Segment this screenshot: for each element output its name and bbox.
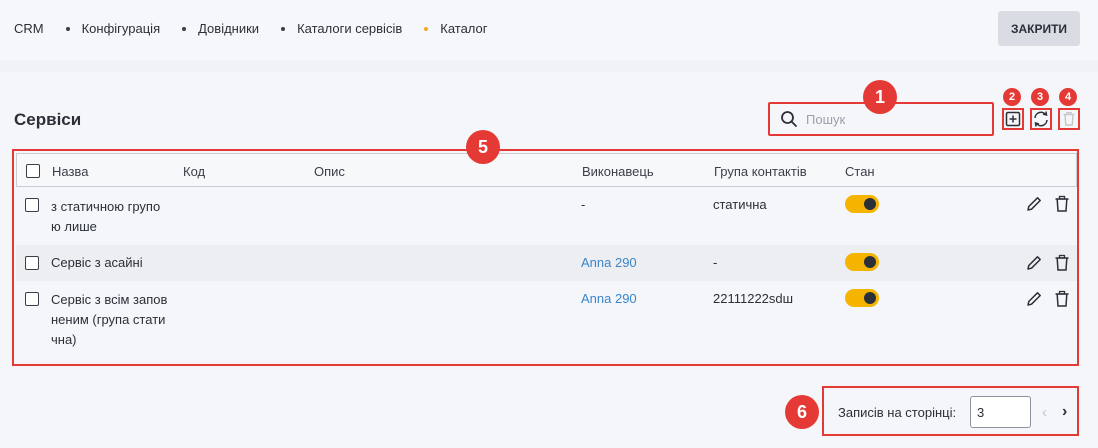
trash-icon[interactable] xyxy=(1053,195,1071,213)
column-header-description[interactable]: Опис xyxy=(314,164,345,179)
column-header-name[interactable]: Назва xyxy=(52,164,88,179)
breadcrumb-item-catalog: Каталог xyxy=(402,21,488,36)
edit-icon[interactable] xyxy=(1025,254,1043,272)
add-icon xyxy=(1005,111,1021,127)
column-header-code[interactable]: Код xyxy=(183,164,205,179)
row-executor-link[interactable]: Anna 290 xyxy=(581,255,637,270)
column-header-executor[interactable]: Виконавець xyxy=(582,164,654,179)
toggle-knob xyxy=(864,292,876,304)
bullet-icon xyxy=(182,26,187,31)
add-button[interactable] xyxy=(1002,108,1024,130)
refresh-icon xyxy=(1034,111,1048,127)
top-bar: CRM Конфігурація Довідники Каталоги серв… xyxy=(0,0,1098,60)
status-toggle[interactable] xyxy=(845,253,879,271)
column-header-contact-group[interactable]: Група контактів xyxy=(714,164,807,179)
search-icon xyxy=(781,111,797,127)
pagination: Записів на сторінці: ‹ › xyxy=(822,386,1079,436)
table-row[interactable]: Сервіс з всім запов неним (група стати ч… xyxy=(16,281,1077,361)
page-size-label: Записів на сторінці: xyxy=(838,405,957,420)
bullet-active-icon xyxy=(424,26,429,31)
row-checkbox[interactable] xyxy=(25,292,39,306)
edit-icon[interactable] xyxy=(1025,195,1043,213)
services-table: Назва Код Опис Виконавець Група контакті… xyxy=(12,149,1079,366)
breadcrumb-item-directories[interactable]: Довідники xyxy=(160,21,259,36)
status-toggle[interactable] xyxy=(845,289,879,307)
row-checkbox[interactable] xyxy=(25,198,39,212)
delete-selected-button[interactable] xyxy=(1058,108,1080,130)
section-title: Сервіси xyxy=(14,110,82,129)
row-name: Сервіс з всім запов неним (група стати ч… xyxy=(51,292,168,347)
status-toggle[interactable] xyxy=(845,195,879,213)
breadcrumb-item-configuration[interactable]: Конфігурація xyxy=(44,21,160,36)
row-executor-link[interactable]: Anna 290 xyxy=(581,291,637,306)
table-row[interactable]: з статичною групо ю лише - статична xyxy=(16,189,1077,245)
breadcrumb-item-service-catalogs[interactable]: Каталоги сервісів xyxy=(259,21,402,36)
row-name: Сервіс з асайні xyxy=(51,255,143,270)
row-checkbox[interactable] xyxy=(25,256,39,270)
breadcrumb: CRM Конфігурація Довідники Каталоги серв… xyxy=(14,21,488,36)
annotation-badge-2: 2 xyxy=(1003,88,1021,106)
row-name: з статичною групо ю лише xyxy=(51,199,161,234)
toggle-knob xyxy=(864,256,876,268)
annotation-badge-4: 4 xyxy=(1059,88,1077,106)
trash-disabled-icon xyxy=(1063,111,1075,126)
search-input[interactable] xyxy=(806,111,976,127)
annotation-badge-3: 3 xyxy=(1031,88,1049,106)
select-all-checkbox[interactable] xyxy=(26,164,40,178)
breadcrumb-root[interactable]: CRM xyxy=(14,21,44,36)
annotation-badge-1: 1 xyxy=(863,80,897,114)
trash-icon[interactable] xyxy=(1053,290,1071,308)
page-size-input[interactable] xyxy=(970,396,1031,428)
row-contact-group: - xyxy=(713,255,718,270)
bullet-icon xyxy=(65,26,70,31)
chevron-left-icon[interactable]: ‹ xyxy=(1042,404,1047,421)
chevron-right-icon[interactable]: › xyxy=(1062,403,1067,421)
row-executor: - xyxy=(581,197,586,212)
annotation-badge-6: 6 xyxy=(785,395,819,429)
toggle-knob xyxy=(864,198,876,210)
column-header-status[interactable]: Стан xyxy=(845,164,875,179)
edit-icon[interactable] xyxy=(1025,290,1043,308)
table-row[interactable]: Сервіс з асайні Anna 290 - xyxy=(16,245,1077,281)
row-contact-group: статична xyxy=(713,197,767,212)
refresh-button[interactable] xyxy=(1030,108,1052,130)
table-header: Назва Код Опис Виконавець Група контакті… xyxy=(16,153,1077,187)
close-button[interactable]: ЗАКРИТИ xyxy=(998,11,1080,46)
row-contact-group: 22111222sdш xyxy=(713,291,794,306)
trash-icon[interactable] xyxy=(1053,254,1071,272)
annotation-badge-5: 5 xyxy=(466,130,500,164)
bullet-icon xyxy=(281,26,286,31)
